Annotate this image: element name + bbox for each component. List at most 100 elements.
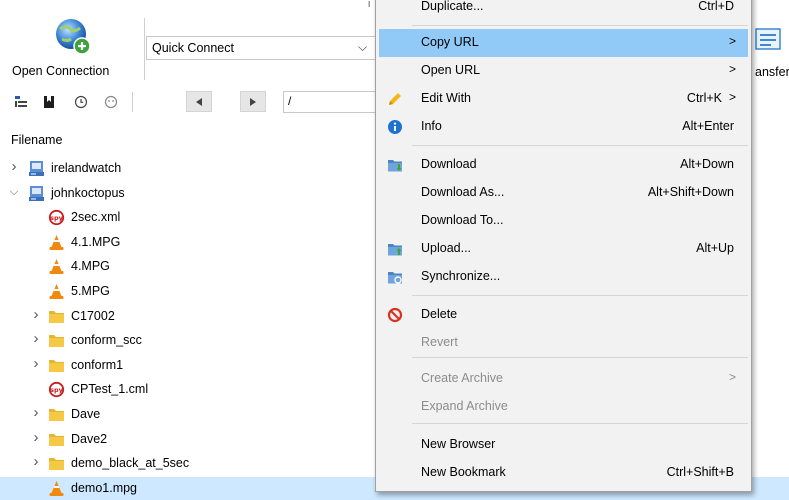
menu-item-shortcut: Ctrl+D bbox=[698, 0, 734, 13]
folder-icon bbox=[48, 455, 65, 472]
svg-text:spy: spy bbox=[50, 214, 64, 222]
menu-item-shortcut: Alt+Up bbox=[696, 241, 734, 255]
menu-item-label: Download bbox=[421, 157, 477, 171]
chevron-right-icon[interactable]: › bbox=[30, 429, 42, 446]
menu-item-label: Info bbox=[421, 119, 442, 133]
file-name: demo1.mpg bbox=[71, 480, 138, 495]
menu-item-shortcut: Ctrl+Shift+B bbox=[666, 465, 734, 479]
context-menu: Duplicate... Ctrl+D Copy URL > Open URL > Edit… bbox=[375, 0, 752, 492]
open-connection-label: Open Connection bbox=[12, 64, 110, 78]
menu-item-shortcut: Ctrl+K bbox=[686, 91, 722, 105]
folder-icon bbox=[48, 332, 65, 349]
menu-item-upload[interactable]: Upload... Alt+Up bbox=[379, 235, 748, 263]
menu-item-revert: Revert bbox=[379, 329, 748, 357]
menu-item-download-to[interactable]: Download To... bbox=[379, 207, 748, 235]
upload-folder-icon bbox=[387, 241, 403, 257]
menu-item-create-archive: Create Archive > bbox=[379, 365, 748, 393]
bonjour-icon[interactable] bbox=[102, 93, 120, 111]
transfers-icon[interactable] bbox=[755, 28, 781, 50]
menu-item-label: Delete bbox=[421, 307, 458, 321]
file-name: conform1 bbox=[71, 357, 124, 372]
quick-connect-select[interactable]: Quick Connect ⌵ bbox=[146, 36, 376, 60]
path-input[interactable]: / bbox=[283, 91, 383, 113]
quick-connect-value: Quick Connect bbox=[152, 41, 234, 55]
menu-separator bbox=[412, 423, 748, 424]
file-name: Dave bbox=[71, 407, 101, 421]
filename-column-header[interactable]: Filename bbox=[11, 133, 62, 147]
menu-item-label: Synchronize... bbox=[421, 269, 501, 283]
spy-file-icon: spy bbox=[48, 209, 65, 226]
file-name: 4.1.MPG bbox=[71, 234, 121, 249]
file-name: 2sec.xml bbox=[71, 210, 121, 225]
menu-item-label: Expand Archive bbox=[421, 399, 508, 413]
menu-separator bbox=[412, 145, 748, 146]
menu-separator bbox=[412, 25, 748, 26]
menu-item-synchronize[interactable]: Synchronize... bbox=[379, 263, 748, 291]
vlc-file-icon bbox=[48, 258, 65, 275]
vlc-file-icon bbox=[48, 234, 65, 251]
server-icon bbox=[28, 185, 45, 202]
submenu-arrow-icon: > bbox=[728, 34, 736, 48]
menu-item-download[interactable]: Download Alt+Down bbox=[379, 151, 748, 179]
chevron-right-icon[interactable]: › bbox=[30, 453, 42, 470]
bookmark-icon[interactable] bbox=[40, 93, 58, 111]
chevron-right-icon[interactable]: › bbox=[8, 158, 20, 175]
menu-item-copy-url[interactable]: Copy URL > bbox=[379, 29, 748, 57]
open-connection-button[interactable]: Open Connection bbox=[6, 16, 140, 82]
svg-text:spy: spy bbox=[50, 386, 64, 394]
file-name: CPTest_1.cml bbox=[71, 382, 149, 397]
chevron-right-icon[interactable]: › bbox=[30, 355, 42, 372]
file-name: conform_scc bbox=[71, 333, 142, 348]
info-icon bbox=[387, 119, 403, 135]
menu-item-label: Upload... bbox=[421, 241, 472, 255]
folder-icon bbox=[48, 308, 65, 325]
menu-item-label: Open URL bbox=[421, 63, 481, 77]
history-clock-icon[interactable] bbox=[72, 93, 90, 111]
forward-button[interactable] bbox=[240, 91, 266, 112]
folder-icon bbox=[48, 406, 65, 423]
file-name: 5.MPG bbox=[71, 284, 110, 298]
chevron-down-icon: ⌵ bbox=[358, 40, 368, 54]
menu-item-info[interactable]: Info Alt+Enter bbox=[379, 113, 748, 141]
file-name: johnkoctopus bbox=[51, 185, 125, 200]
chevron-right-icon[interactable]: › bbox=[30, 330, 42, 347]
menu-item-shortcut: Alt+Shift+Down bbox=[647, 185, 734, 199]
menu-item-new-bookmark[interactable]: New Bookmark Ctrl+Shift+B bbox=[379, 459, 748, 487]
file-name: C17002 bbox=[71, 308, 115, 323]
menu-item-delete[interactable]: Delete bbox=[379, 301, 748, 329]
menu-item-label: New Browser bbox=[421, 437, 496, 451]
delete-icon bbox=[387, 307, 403, 323]
file-name: 4.MPG bbox=[71, 259, 110, 274]
submenu-arrow-icon: > bbox=[728, 370, 736, 384]
submenu-arrow-icon: > bbox=[728, 62, 736, 76]
menu-item-duplicate[interactable]: Duplicate... Ctrl+D bbox=[379, 0, 748, 21]
file-name: demo_black_at_5sec bbox=[71, 456, 190, 471]
toolbar-divider bbox=[144, 18, 145, 80]
menu-item-label: Create Archive bbox=[421, 371, 503, 385]
tree-view-icon[interactable] bbox=[12, 93, 30, 111]
chevron-right-icon[interactable]: › bbox=[30, 306, 42, 323]
menu-item-label: Duplicate... bbox=[421, 0, 484, 13]
menu-item-shortcut: Alt+Down bbox=[680, 157, 734, 171]
menu-top-fragment: I bbox=[368, 0, 371, 9]
sync-folder-icon bbox=[387, 269, 403, 285]
menu-item-edit-with[interactable]: Edit With Ctrl+K > bbox=[379, 85, 748, 113]
vlc-file-icon bbox=[48, 283, 65, 300]
menu-item-expand-archive: Expand Archive bbox=[379, 393, 748, 421]
back-button[interactable] bbox=[186, 91, 212, 112]
menu-item-new-browser[interactable]: New Browser bbox=[379, 431, 748, 459]
chevron-right-icon[interactable]: › bbox=[30, 404, 42, 421]
spy-file-icon: spy bbox=[48, 381, 65, 398]
server-icon bbox=[28, 160, 45, 177]
chevron-down-icon[interactable]: ⌵ bbox=[8, 186, 20, 199]
menu-separator bbox=[412, 357, 748, 358]
menu-item-label: Edit With bbox=[421, 91, 472, 105]
menu-item-open-url[interactable]: Open URL > bbox=[379, 57, 748, 85]
submenu-arrow-icon: > bbox=[728, 90, 736, 104]
download-folder-icon bbox=[387, 157, 403, 173]
menu-item-download-as[interactable]: Download As... Alt+Shift+Down bbox=[379, 179, 748, 207]
menu-item-label: Revert bbox=[421, 335, 458, 349]
menu-item-label: Download As... bbox=[421, 185, 505, 199]
nav-divider bbox=[132, 92, 133, 112]
menu-item-shortcut: Alt+Enter bbox=[682, 119, 734, 133]
